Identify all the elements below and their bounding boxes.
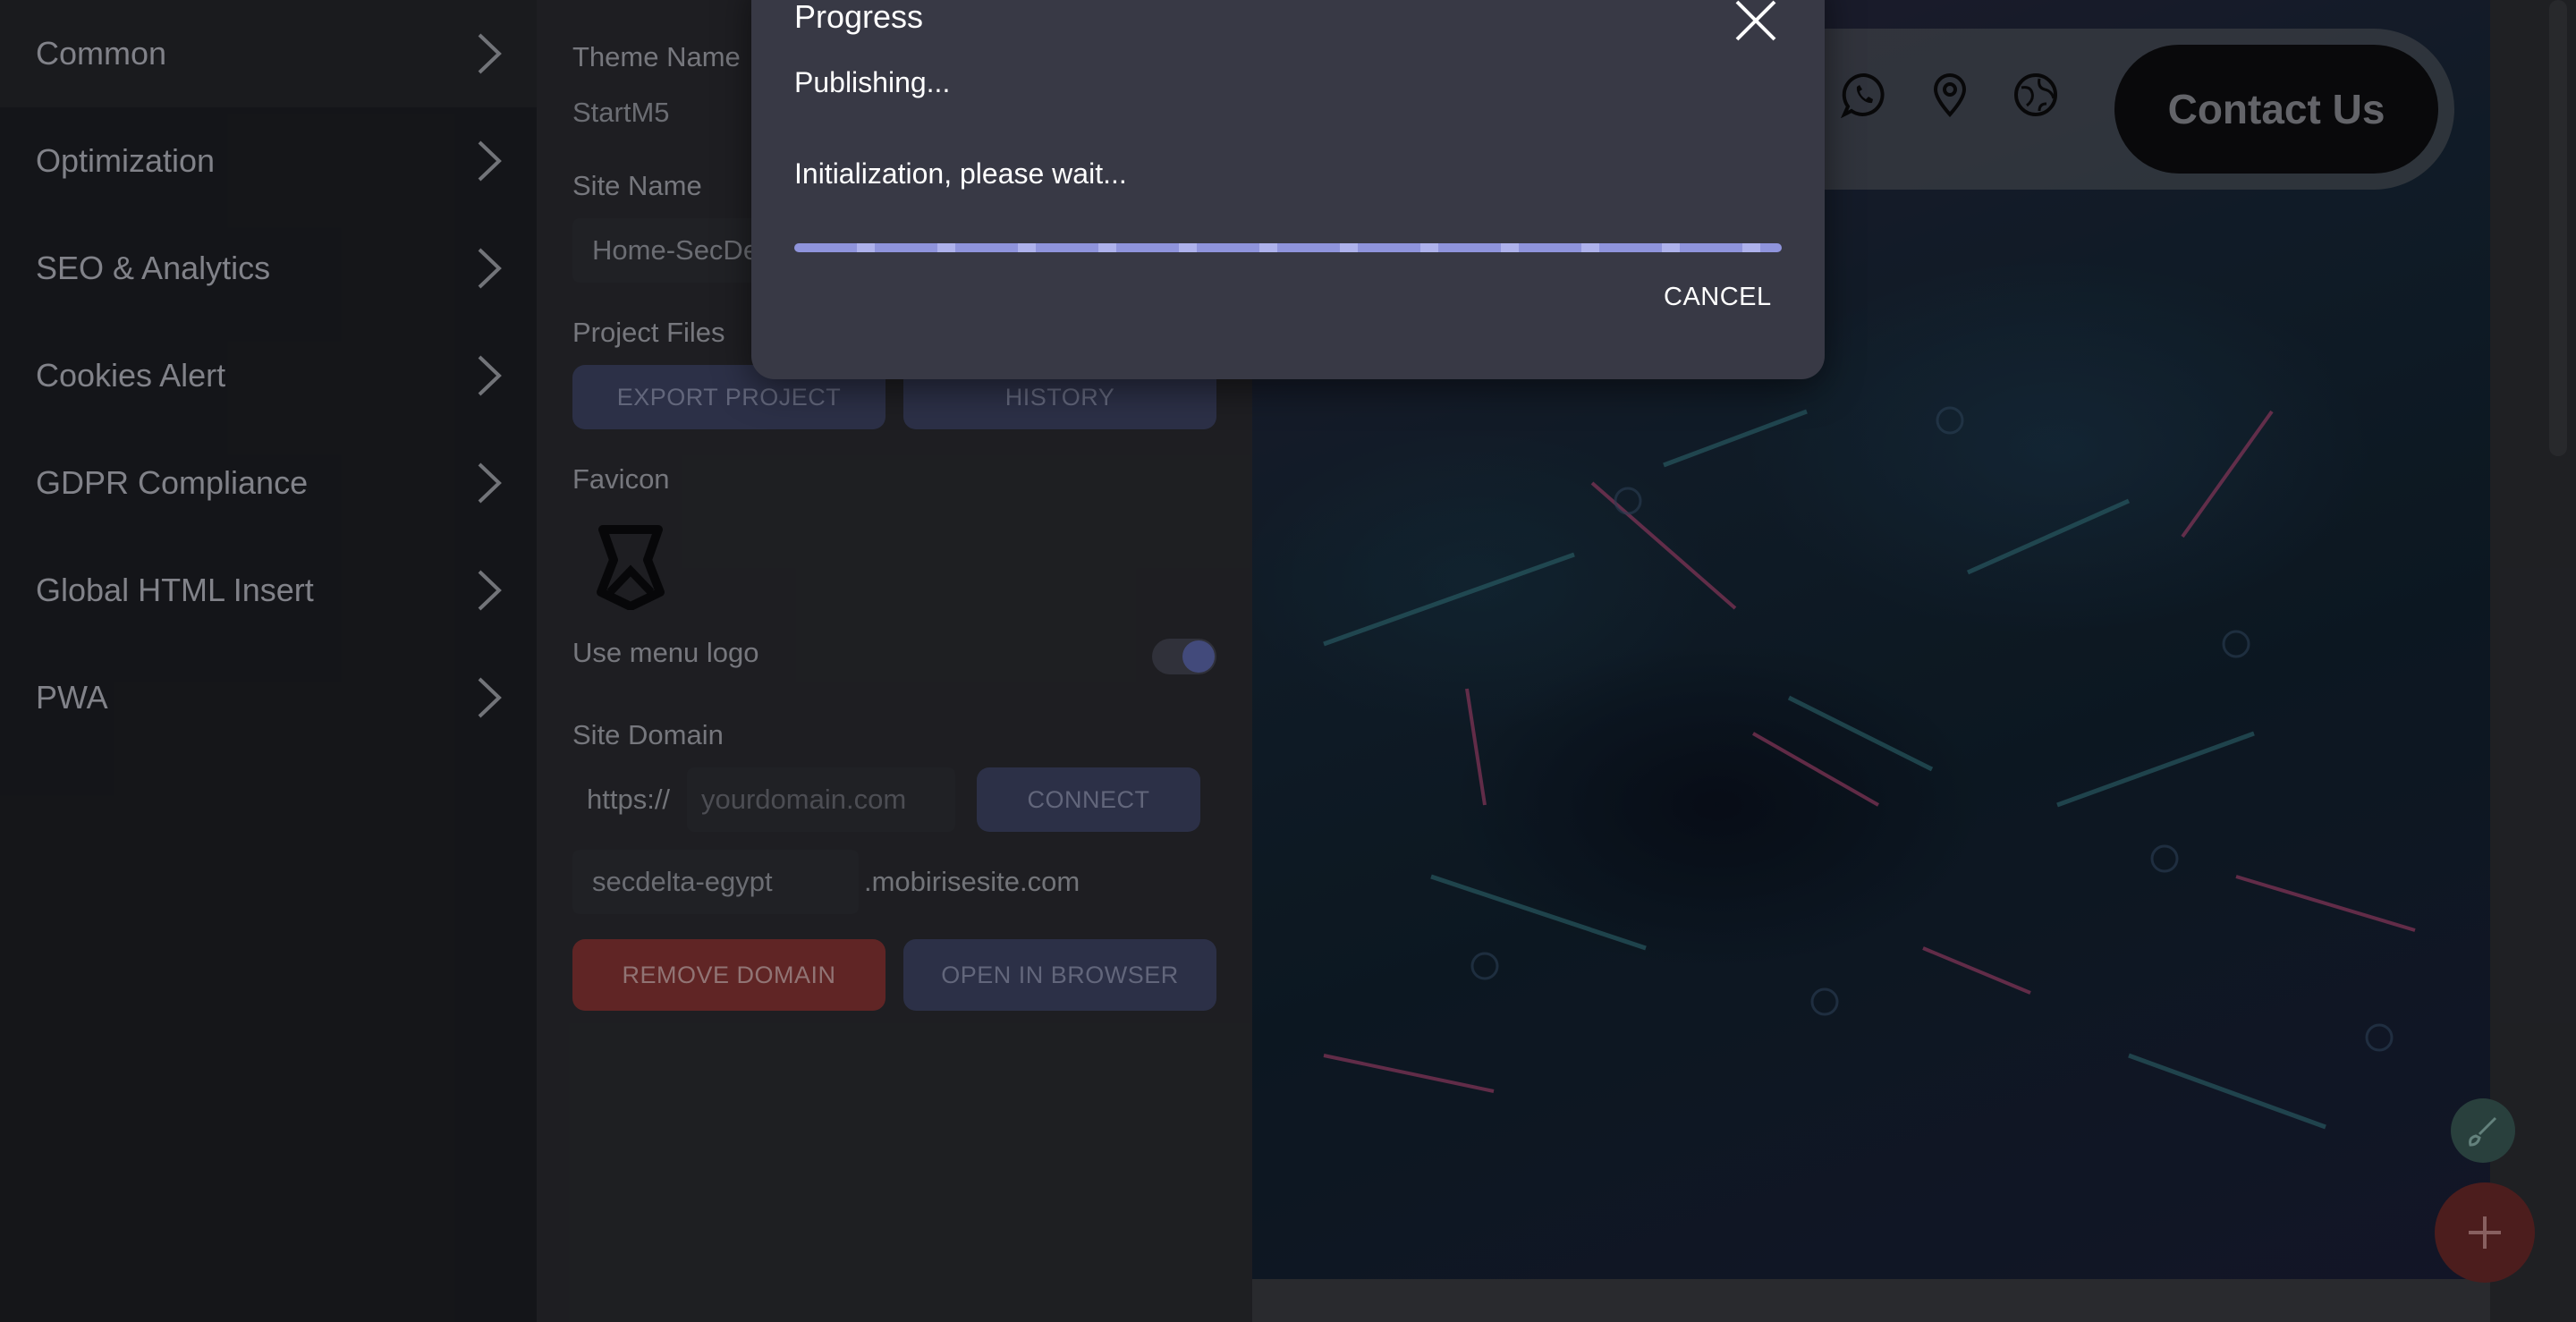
progress-dialog: Progress Publishing... Initialization, p…: [751, 0, 1825, 379]
app-window: Common Optimization SEO & Analytics Cook…: [0, 0, 2576, 1322]
dialog-status: Publishing...: [794, 66, 951, 98]
dialog-message: Initialization, please wait...: [794, 157, 1127, 190]
cancel-button[interactable]: CANCEL: [1664, 283, 1772, 312]
dialog-title: Progress: [794, 0, 924, 35]
close-icon[interactable]: [1732, 0, 1780, 45]
progress-bar-fill: [794, 243, 1782, 252]
progress-bar: [794, 243, 1782, 252]
